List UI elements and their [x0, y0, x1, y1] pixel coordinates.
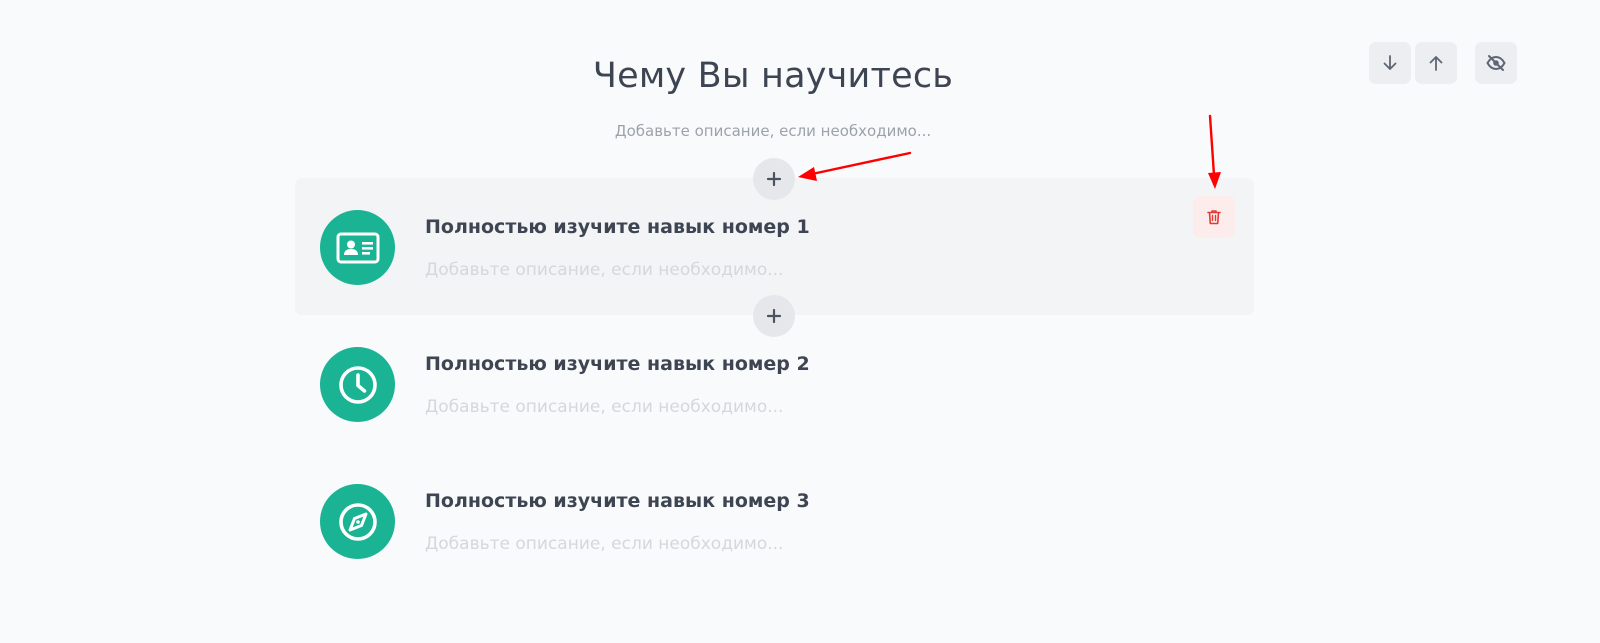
item-icon-circle[interactable]	[320, 210, 395, 285]
section-title[interactable]: Чему Вы научитесь	[0, 56, 1546, 96]
item-title[interactable]: Полностью изучите навык номер 1	[425, 216, 810, 238]
item-description[interactable]: Добавьте описание, если необходимо...	[425, 397, 783, 417]
item-description[interactable]: Добавьте описание, если необходимо...	[425, 534, 783, 554]
item-icon-circle[interactable]	[320, 484, 395, 559]
item-title[interactable]: Полностью изучите навык номер 3	[425, 490, 810, 512]
add-item-between-button[interactable]	[753, 295, 795, 337]
list-item[interactable]: Полностью изучите навык номер 3 Добавьте…	[295, 452, 1254, 589]
item-description[interactable]: Добавьте описание, если необходимо...	[425, 260, 783, 280]
delete-item-button[interactable]	[1193, 196, 1235, 238]
compass-icon	[338, 502, 377, 541]
plus-icon	[766, 171, 782, 187]
add-item-button[interactable]	[753, 158, 795, 200]
trash-icon	[1207, 210, 1221, 225]
plus-icon	[766, 308, 782, 324]
section-description[interactable]: Добавьте описание, если необходимо...	[0, 122, 1546, 140]
id-card-icon	[336, 232, 379, 263]
item-icon-circle[interactable]	[320, 347, 395, 422]
annotation-arrow-to-add	[798, 151, 912, 181]
clock-icon	[338, 365, 377, 404]
item-title[interactable]: Полностью изучите навык номер 2	[425, 353, 810, 375]
